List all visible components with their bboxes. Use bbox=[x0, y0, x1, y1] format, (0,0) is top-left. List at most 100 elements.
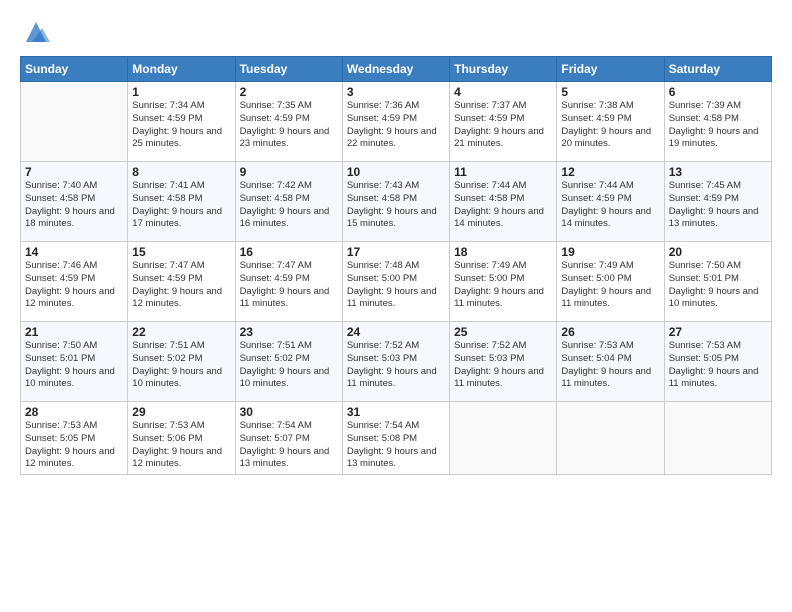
day-info: Sunrise: 7:51 AMSunset: 5:02 PMDaylight:… bbox=[240, 340, 338, 391]
calendar-cell bbox=[21, 82, 128, 162]
calendar-cell: 4Sunrise: 7:37 AMSunset: 4:59 PMDaylight… bbox=[450, 82, 557, 162]
day-info: Sunrise: 7:41 AMSunset: 4:58 PMDaylight:… bbox=[132, 180, 230, 231]
day-number: 5 bbox=[561, 85, 659, 99]
calendar-day-header: Wednesday bbox=[342, 57, 449, 82]
calendar-cell: 8Sunrise: 7:41 AMSunset: 4:58 PMDaylight… bbox=[128, 162, 235, 242]
day-info: Sunrise: 7:45 AMSunset: 4:59 PMDaylight:… bbox=[669, 180, 767, 231]
day-number: 16 bbox=[240, 245, 338, 259]
calendar-cell: 3Sunrise: 7:36 AMSunset: 4:59 PMDaylight… bbox=[342, 82, 449, 162]
day-number: 19 bbox=[561, 245, 659, 259]
calendar-cell: 7Sunrise: 7:40 AMSunset: 4:58 PMDaylight… bbox=[21, 162, 128, 242]
day-number: 31 bbox=[347, 405, 445, 419]
day-number: 15 bbox=[132, 245, 230, 259]
calendar-cell: 30Sunrise: 7:54 AMSunset: 5:07 PMDayligh… bbox=[235, 402, 342, 475]
day-number: 21 bbox=[25, 325, 123, 339]
day-info: Sunrise: 7:48 AMSunset: 5:00 PMDaylight:… bbox=[347, 260, 445, 311]
calendar-cell: 11Sunrise: 7:44 AMSunset: 4:58 PMDayligh… bbox=[450, 162, 557, 242]
calendar-cell: 28Sunrise: 7:53 AMSunset: 5:05 PMDayligh… bbox=[21, 402, 128, 475]
calendar-day-header: Tuesday bbox=[235, 57, 342, 82]
calendar-day-header: Monday bbox=[128, 57, 235, 82]
calendar-cell: 19Sunrise: 7:49 AMSunset: 5:00 PMDayligh… bbox=[557, 242, 664, 322]
day-info: Sunrise: 7:50 AMSunset: 5:01 PMDaylight:… bbox=[669, 260, 767, 311]
day-info: Sunrise: 7:47 AMSunset: 4:59 PMDaylight:… bbox=[132, 260, 230, 311]
day-number: 25 bbox=[454, 325, 552, 339]
day-info: Sunrise: 7:54 AMSunset: 5:07 PMDaylight:… bbox=[240, 420, 338, 471]
day-info: Sunrise: 7:52 AMSunset: 5:03 PMDaylight:… bbox=[347, 340, 445, 391]
day-info: Sunrise: 7:47 AMSunset: 4:59 PMDaylight:… bbox=[240, 260, 338, 311]
logo bbox=[20, 16, 50, 46]
day-info: Sunrise: 7:37 AMSunset: 4:59 PMDaylight:… bbox=[454, 100, 552, 151]
calendar-cell: 23Sunrise: 7:51 AMSunset: 5:02 PMDayligh… bbox=[235, 322, 342, 402]
calendar-cell: 21Sunrise: 7:50 AMSunset: 5:01 PMDayligh… bbox=[21, 322, 128, 402]
day-number: 18 bbox=[454, 245, 552, 259]
calendar-cell: 18Sunrise: 7:49 AMSunset: 5:00 PMDayligh… bbox=[450, 242, 557, 322]
day-info: Sunrise: 7:38 AMSunset: 4:59 PMDaylight:… bbox=[561, 100, 659, 151]
calendar-cell: 27Sunrise: 7:53 AMSunset: 5:05 PMDayligh… bbox=[664, 322, 771, 402]
day-info: Sunrise: 7:52 AMSunset: 5:03 PMDaylight:… bbox=[454, 340, 552, 391]
calendar-day-header: Saturday bbox=[664, 57, 771, 82]
calendar-cell: 24Sunrise: 7:52 AMSunset: 5:03 PMDayligh… bbox=[342, 322, 449, 402]
day-number: 26 bbox=[561, 325, 659, 339]
day-info: Sunrise: 7:43 AMSunset: 4:58 PMDaylight:… bbox=[347, 180, 445, 231]
day-number: 3 bbox=[347, 85, 445, 99]
day-number: 11 bbox=[454, 165, 552, 179]
day-number: 6 bbox=[669, 85, 767, 99]
calendar-day-header: Thursday bbox=[450, 57, 557, 82]
day-number: 23 bbox=[240, 325, 338, 339]
calendar-cell: 14Sunrise: 7:46 AMSunset: 4:59 PMDayligh… bbox=[21, 242, 128, 322]
day-number: 8 bbox=[132, 165, 230, 179]
day-info: Sunrise: 7:42 AMSunset: 4:58 PMDaylight:… bbox=[240, 180, 338, 231]
logo-icon bbox=[22, 18, 50, 46]
calendar-cell: 6Sunrise: 7:39 AMSunset: 4:58 PMDaylight… bbox=[664, 82, 771, 162]
day-number: 12 bbox=[561, 165, 659, 179]
header bbox=[20, 16, 772, 46]
calendar-cell bbox=[450, 402, 557, 475]
calendar-day-header: Friday bbox=[557, 57, 664, 82]
calendar-cell: 13Sunrise: 7:45 AMSunset: 4:59 PMDayligh… bbox=[664, 162, 771, 242]
day-info: Sunrise: 7:50 AMSunset: 5:01 PMDaylight:… bbox=[25, 340, 123, 391]
calendar-cell: 26Sunrise: 7:53 AMSunset: 5:04 PMDayligh… bbox=[557, 322, 664, 402]
day-info: Sunrise: 7:35 AMSunset: 4:59 PMDaylight:… bbox=[240, 100, 338, 151]
day-info: Sunrise: 7:53 AMSunset: 5:06 PMDaylight:… bbox=[132, 420, 230, 471]
calendar-cell: 9Sunrise: 7:42 AMSunset: 4:58 PMDaylight… bbox=[235, 162, 342, 242]
day-number: 4 bbox=[454, 85, 552, 99]
calendar-cell: 22Sunrise: 7:51 AMSunset: 5:02 PMDayligh… bbox=[128, 322, 235, 402]
calendar-cell: 1Sunrise: 7:34 AMSunset: 4:59 PMDaylight… bbox=[128, 82, 235, 162]
calendar-cell: 12Sunrise: 7:44 AMSunset: 4:59 PMDayligh… bbox=[557, 162, 664, 242]
calendar-header-row: SundayMondayTuesdayWednesdayThursdayFrid… bbox=[21, 57, 772, 82]
calendar-cell bbox=[557, 402, 664, 475]
calendar-cell: 17Sunrise: 7:48 AMSunset: 5:00 PMDayligh… bbox=[342, 242, 449, 322]
day-info: Sunrise: 7:34 AMSunset: 4:59 PMDaylight:… bbox=[132, 100, 230, 151]
day-info: Sunrise: 7:51 AMSunset: 5:02 PMDaylight:… bbox=[132, 340, 230, 391]
day-number: 14 bbox=[25, 245, 123, 259]
day-info: Sunrise: 7:49 AMSunset: 5:00 PMDaylight:… bbox=[454, 260, 552, 311]
day-info: Sunrise: 7:40 AMSunset: 4:58 PMDaylight:… bbox=[25, 180, 123, 231]
calendar-cell bbox=[664, 402, 771, 475]
day-info: Sunrise: 7:53 AMSunset: 5:05 PMDaylight:… bbox=[25, 420, 123, 471]
calendar-cell: 10Sunrise: 7:43 AMSunset: 4:58 PMDayligh… bbox=[342, 162, 449, 242]
calendar-cell: 15Sunrise: 7:47 AMSunset: 4:59 PMDayligh… bbox=[128, 242, 235, 322]
day-info: Sunrise: 7:39 AMSunset: 4:58 PMDaylight:… bbox=[669, 100, 767, 151]
day-info: Sunrise: 7:53 AMSunset: 5:05 PMDaylight:… bbox=[669, 340, 767, 391]
day-number: 27 bbox=[669, 325, 767, 339]
calendar-cell: 29Sunrise: 7:53 AMSunset: 5:06 PMDayligh… bbox=[128, 402, 235, 475]
day-info: Sunrise: 7:44 AMSunset: 4:58 PMDaylight:… bbox=[454, 180, 552, 231]
day-number: 1 bbox=[132, 85, 230, 99]
day-number: 28 bbox=[25, 405, 123, 419]
day-number: 7 bbox=[25, 165, 123, 179]
calendar-cell: 2Sunrise: 7:35 AMSunset: 4:59 PMDaylight… bbox=[235, 82, 342, 162]
day-info: Sunrise: 7:36 AMSunset: 4:59 PMDaylight:… bbox=[347, 100, 445, 151]
day-number: 29 bbox=[132, 405, 230, 419]
day-number: 30 bbox=[240, 405, 338, 419]
calendar-day-header: Sunday bbox=[21, 57, 128, 82]
day-number: 22 bbox=[132, 325, 230, 339]
day-number: 24 bbox=[347, 325, 445, 339]
day-info: Sunrise: 7:44 AMSunset: 4:59 PMDaylight:… bbox=[561, 180, 659, 231]
calendar-cell: 5Sunrise: 7:38 AMSunset: 4:59 PMDaylight… bbox=[557, 82, 664, 162]
day-info: Sunrise: 7:46 AMSunset: 4:59 PMDaylight:… bbox=[25, 260, 123, 311]
calendar-cell: 31Sunrise: 7:54 AMSunset: 5:08 PMDayligh… bbox=[342, 402, 449, 475]
day-number: 9 bbox=[240, 165, 338, 179]
day-number: 20 bbox=[669, 245, 767, 259]
calendar-table: SundayMondayTuesdayWednesdayThursdayFrid… bbox=[20, 56, 772, 475]
day-info: Sunrise: 7:49 AMSunset: 5:00 PMDaylight:… bbox=[561, 260, 659, 311]
